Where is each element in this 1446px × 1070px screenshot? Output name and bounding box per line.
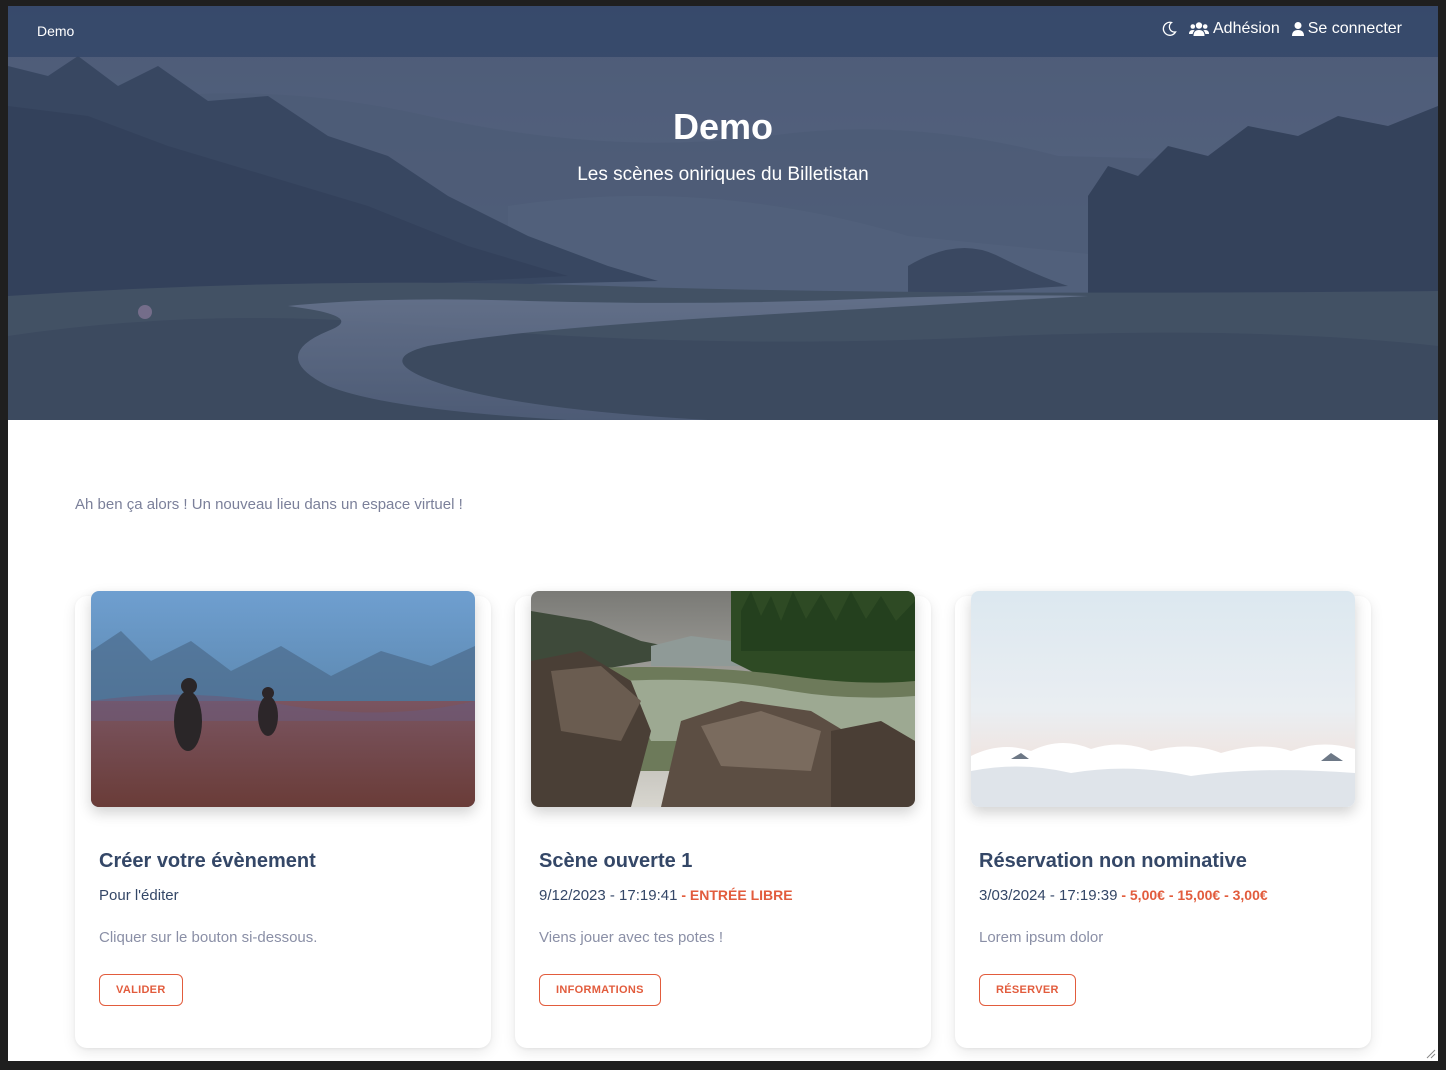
card-description: Lorem ipsum dolor	[979, 929, 1104, 946]
card-image-river-rocks	[531, 591, 915, 807]
top-navbar: Demo Adhésion Se connecter	[8, 6, 1438, 57]
hero-banner: Demo Adhésion Se connecter Demo Les scèn…	[8, 6, 1438, 420]
reserve-button[interactable]: RÉSERVER	[979, 974, 1076, 1006]
dark-mode-toggle[interactable]	[1161, 21, 1177, 37]
navbar-actions: Adhésion Se connecter	[1161, 20, 1402, 38]
card-date: 3/03/2024 - 17:19:39	[979, 887, 1118, 904]
nav-membership-label: Adhésion	[1213, 20, 1280, 37]
event-card: Créer votre évènement Pour l'éditer Cliq…	[75, 591, 491, 1048]
hero-landscape-image	[8, 6, 1438, 420]
card-description: Viens jouer avec tes potes !	[539, 929, 723, 946]
hero-title: Demo	[672, 106, 774, 147]
hero-subtitle: Les scènes oniriques du Billetistan	[577, 164, 869, 185]
card-meta: Pour l'éditer	[99, 887, 179, 904]
card-price: - 5,00€ - 15,00€ - 3,00€	[1117, 887, 1268, 903]
card-subtitle: Pour l'éditer	[99, 887, 179, 904]
nav-login-link[interactable]: Se connecter	[1291, 20, 1402, 38]
nav-membership-link[interactable]: Adhésion	[1189, 20, 1280, 38]
card-meta: 3/03/2024 - 17:19:39 - 5,00€ - 15,00€ - …	[979, 887, 1268, 904]
card-image-misty-field	[91, 591, 475, 807]
event-card: Scène ouverte 1 9/12/2023 - 17:19:41 - E…	[515, 591, 931, 1048]
card-title: Scène ouverte 1	[539, 850, 693, 872]
card-date: 9/12/2023 - 17:19:41	[539, 887, 678, 904]
user-icon	[1291, 22, 1304, 36]
information-button[interactable]: INFORMATIONS	[539, 974, 661, 1006]
browser-page: Demo Adhésion Se connecter Demo Les scèn…	[8, 6, 1438, 1061]
users-icon	[1189, 22, 1209, 36]
intro-text: Ah ben ça alors ! Un nouveau lieu dans u…	[75, 496, 463, 513]
card-title: Créer votre évènement	[99, 850, 316, 872]
card-description: Cliquer sur le bouton si-dessous.	[99, 929, 318, 946]
card-image-clouds	[971, 591, 1355, 807]
nav-login-label: Se connecter	[1307, 20, 1402, 37]
card-meta: 9/12/2023 - 17:19:41 - ENTRÉE LIBRE	[539, 887, 793, 904]
event-card: Réservation non nominative 3/03/2024 - 1…	[955, 591, 1371, 1048]
navbar-brand[interactable]: Demo	[37, 23, 74, 39]
moon-icon	[1162, 21, 1177, 36]
resize-grip-icon[interactable]	[1424, 1047, 1436, 1059]
card-price: - ENTRÉE LIBRE	[677, 887, 793, 903]
card-title: Réservation non nominative	[979, 850, 1247, 872]
validate-button[interactable]: VALIDER	[99, 974, 183, 1006]
